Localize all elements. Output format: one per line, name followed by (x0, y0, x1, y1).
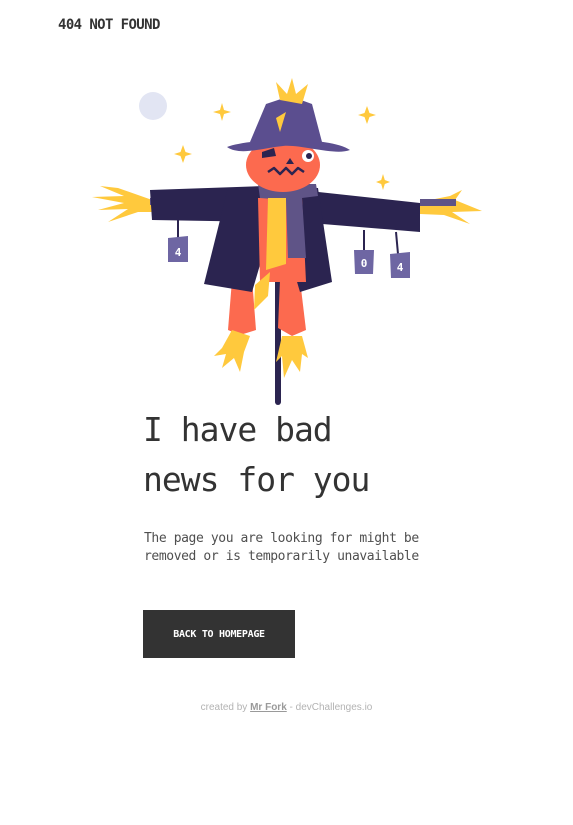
footer-prefix: created by (200, 702, 251, 713)
headline-line-1: I have bad (143, 410, 333, 449)
headline-line-2: news for you (143, 460, 370, 499)
hanging-can-right: 4 (390, 231, 410, 278)
hanging-can-left: 4 (168, 220, 188, 262)
author-link[interactable]: Mr Fork (250, 702, 287, 713)
can-label: 0 (361, 257, 368, 270)
error-description: The page you are looking for might be re… (144, 530, 444, 566)
description-line-1: The page you are looking for might be (144, 531, 419, 546)
site-logo[interactable]: 404 NOT FOUND (58, 17, 160, 33)
footer-suffix: - devChallenges.io (286, 702, 373, 713)
scarecrow-illustration: 4 0 4 (92, 78, 482, 405)
description-line-2: removed or is temporarily unavailable (144, 549, 419, 564)
moon-icon (139, 92, 167, 120)
can-label: 4 (397, 261, 404, 274)
back-to-homepage-button[interactable]: BACK TO HOMEPAGE (143, 610, 295, 658)
footer-credits: created by Mr Fork - devChallenges.io (0, 702, 573, 713)
hanging-can-middle: 0 (354, 230, 374, 274)
can-label: 4 (175, 246, 182, 259)
page-headline: I have bad news for you (143, 405, 443, 505)
